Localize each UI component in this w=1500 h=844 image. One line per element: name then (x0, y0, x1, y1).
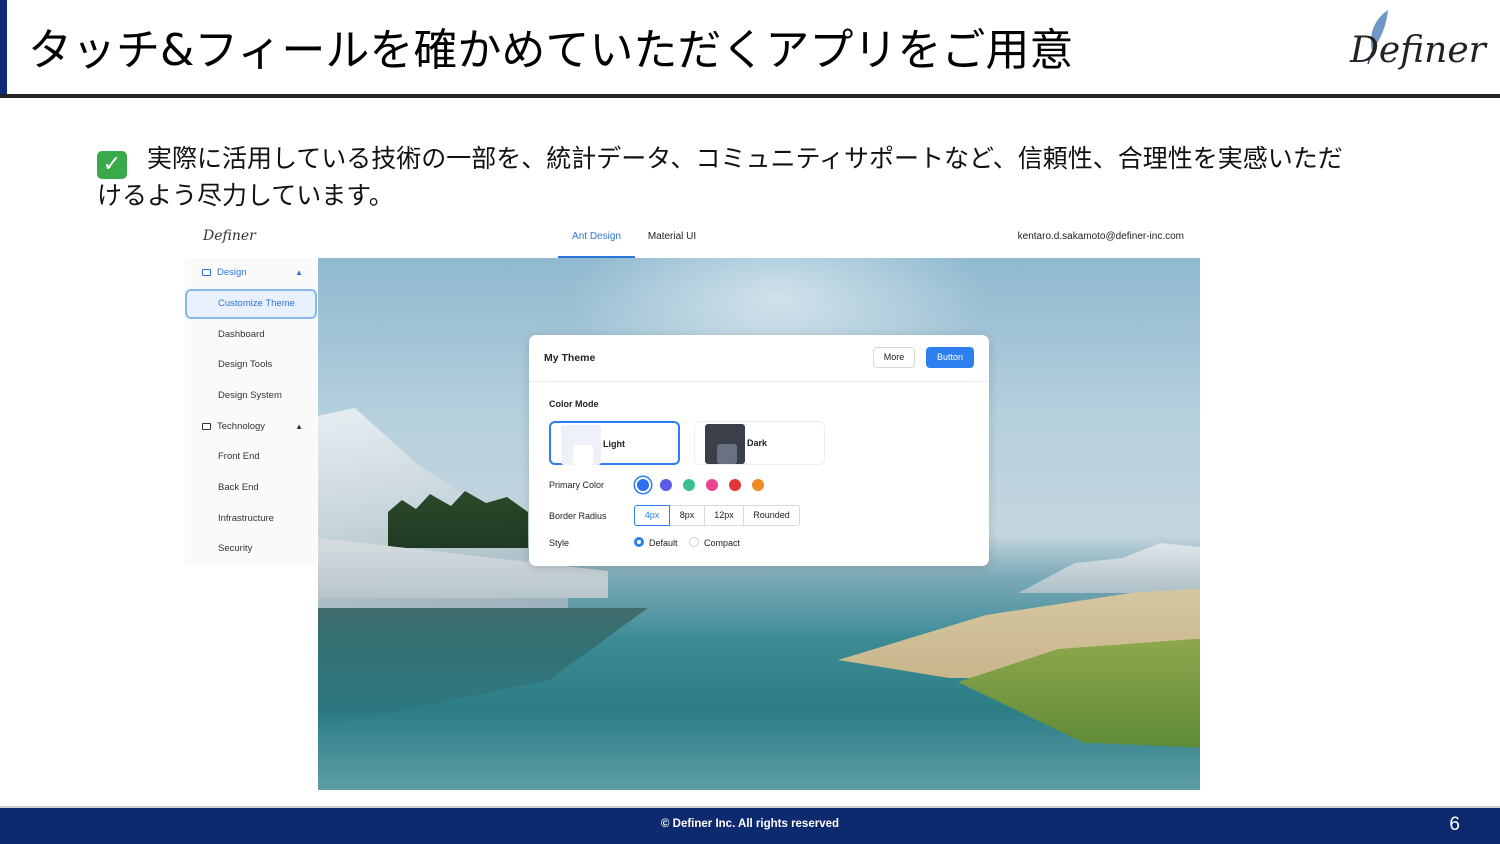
sidebar-group-label: Design (217, 267, 247, 278)
border-radius-label: Border Radius (549, 511, 607, 521)
dark-mode-label: Dark (747, 438, 768, 448)
radius-option-8px[interactable]: 8px (669, 505, 705, 526)
card-header: My Theme More Button (529, 335, 989, 382)
more-button[interactable]: More (873, 347, 915, 368)
folder-icon (202, 269, 211, 276)
sidebar-group-design[interactable]: Design ▲ (185, 258, 317, 288)
sidebar-item-customize-theme[interactable]: Customize Theme (185, 289, 317, 319)
style-compact-radio[interactable] (689, 537, 699, 547)
chevron-up-icon: ▲ (295, 268, 303, 277)
sidebar-item-front-end[interactable]: Front End (185, 442, 317, 472)
radius-option-12px[interactable]: 12px (704, 505, 744, 526)
color-swatch-red[interactable] (729, 479, 741, 491)
color-swatch-blue[interactable] (637, 479, 649, 491)
copyright-text: © Definer Inc. All rights reserved (660, 818, 840, 830)
color-mode-label: Color Mode (549, 399, 599, 409)
header-divider (0, 94, 1500, 98)
user-email[interactable]: kentaro.d.sakamoto@definer-inc.com (1018, 218, 1184, 258)
color-swatch-indigo[interactable] (660, 479, 672, 491)
radius-option-rounded[interactable]: Rounded (743, 505, 800, 526)
sidebar: Design ▲ Customize Theme Dashboard Desig… (185, 258, 317, 565)
style-label: Style (549, 538, 570, 548)
dark-mode-option[interactable]: Dark (694, 421, 825, 465)
color-swatch-green[interactable] (683, 479, 695, 491)
sidebar-item-security[interactable]: Security (185, 534, 317, 564)
card-title: My Theme (544, 352, 596, 364)
app-logo: Definer (203, 228, 256, 244)
light-mode-option[interactable]: Light (549, 421, 680, 465)
page-number: 6 (1449, 814, 1460, 835)
sidebar-group-label: Technology (217, 421, 266, 432)
primary-button[interactable]: Button (926, 347, 974, 368)
style-default-label[interactable]: Default (649, 538, 678, 548)
header-accent-bar (0, 0, 7, 96)
sidebar-item-dashboard[interactable]: Dashboard (185, 320, 317, 350)
tab-material-ui[interactable]: Material UI (646, 218, 698, 258)
color-swatch-orange[interactable] (752, 479, 764, 491)
color-swatch-pink[interactable] (706, 479, 718, 491)
body-text: 実際に活用している技術の一部を、統計データ、コミュニティサポートなど、信頼性、合… (97, 144, 1343, 210)
sidebar-group-technology[interactable]: Technology ▲ (185, 412, 317, 442)
folder-icon (202, 423, 211, 430)
background-landscape-image: My Theme More Button Color Mode Light Da… (318, 258, 1200, 790)
sidebar-item-design-tools[interactable]: Design Tools (185, 350, 317, 380)
app-screenshot: Definer Ant Design Material UI kentaro.d… (185, 218, 1200, 790)
definer-logo: Definer (1350, 8, 1486, 88)
radius-option-4px[interactable]: 4px (634, 505, 670, 526)
primary-color-label: Primary Color (549, 480, 605, 490)
sidebar-item-infrastructure[interactable]: Infrastructure (185, 504, 317, 534)
chevron-up-icon: ▲ (295, 422, 303, 431)
app-topbar: Definer Ant Design Material UI kentaro.d… (185, 218, 1200, 258)
tab-ant-design[interactable]: Ant Design (558, 218, 635, 258)
style-default-radio[interactable] (634, 537, 644, 547)
sidebar-item-back-end[interactable]: Back End (185, 473, 317, 503)
light-preview (561, 425, 601, 465)
slide-header: タッチ&フィールを確かめていただくアプリをご用意 Definer (0, 0, 1500, 100)
dark-preview (705, 424, 745, 464)
sidebar-item-design-system[interactable]: Design System (185, 381, 317, 411)
check-mark-icon: ✓ (97, 151, 127, 179)
slide-footer: © Definer Inc. All rights reserved 6 (0, 806, 1500, 844)
body-paragraph: ✓ 実際に活用している技術の一部を、統計データ、コミュニティサポートなど、信頼性、… (97, 142, 1357, 213)
slide-title: タッチ&フィールを確かめていただくアプリをご用意 (28, 25, 1074, 76)
theme-card: My Theme More Button Color Mode Light Da… (529, 335, 989, 566)
light-mode-label: Light (603, 439, 625, 449)
logo-text: Definer (1350, 30, 1486, 71)
style-compact-label[interactable]: Compact (704, 538, 740, 548)
